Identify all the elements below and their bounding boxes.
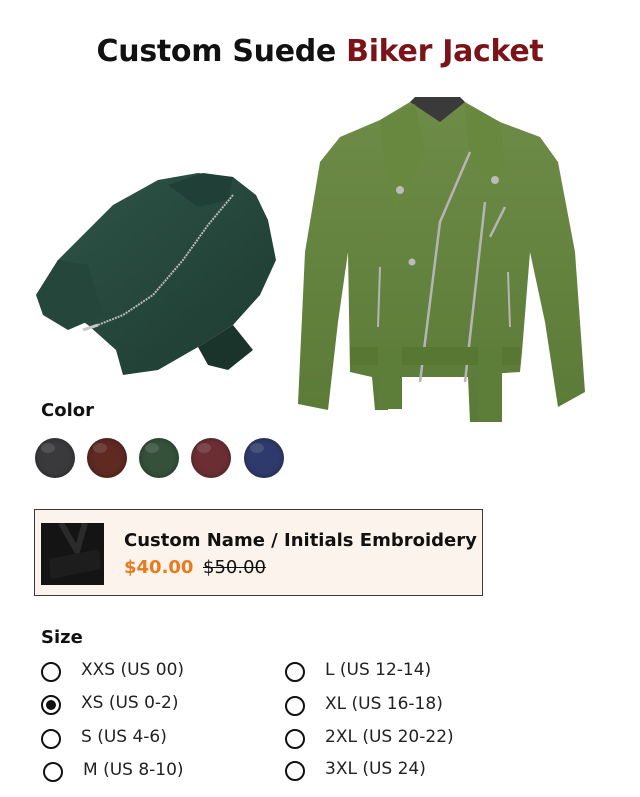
color-label: Color [41,400,94,421]
color-swatch-navy[interactable] [244,438,284,478]
size-option-label: M (US 8-10) [83,760,184,780]
size-radio-xxs[interactable] [41,662,61,682]
size-option-label: XXS (US 00) [81,660,185,680]
size-label: Size [41,627,83,648]
embroidery-price: $40.00 [124,557,194,578]
product-image-thumbnail[interactable] [28,165,286,387]
size-radio-m[interactable] [43,762,63,782]
color-swatch-green[interactable] [139,438,179,478]
embroidery-addon[interactable]: Custom Name / Initials Embroidery $40.00… [34,509,483,596]
product-title: Custom Suede Biker Jacket [0,34,640,69]
size-option-label: 3XL (US 24) [325,759,426,779]
size-option-label: L (US 12-14) [325,660,432,680]
size-radio-xs[interactable] [41,695,61,715]
color-swatch-brown[interactable] [87,438,127,478]
size-option-label: 2XL (US 20-22) [325,727,454,747]
size-radio-2xl[interactable] [285,729,305,749]
embroidery-jacket-image [41,523,104,585]
size-radio-s[interactable] [41,729,61,749]
size-option-label: S (US 4-6) [81,727,167,747]
size-radio-l[interactable] [285,662,305,682]
color-swatch-black[interactable] [35,438,75,478]
color-swatch-burgundy[interactable] [191,438,231,478]
size-option-label: XL (US 16-18) [325,694,443,714]
embroidery-old-price: $50.00 [203,557,266,578]
size-radio-xl[interactable] [285,696,305,716]
size-option-label: XS (US 0-2) [81,693,179,713]
product-image-main[interactable] [290,92,590,427]
embroidery-title: Custom Name / Initials Embroidery [124,530,477,551]
size-radio-3xl[interactable] [285,761,305,781]
product-title-accent: Biker Jacket [346,34,544,69]
product-title-main: Custom Suede [96,34,337,69]
embroidery-thumbnail [41,523,104,585]
